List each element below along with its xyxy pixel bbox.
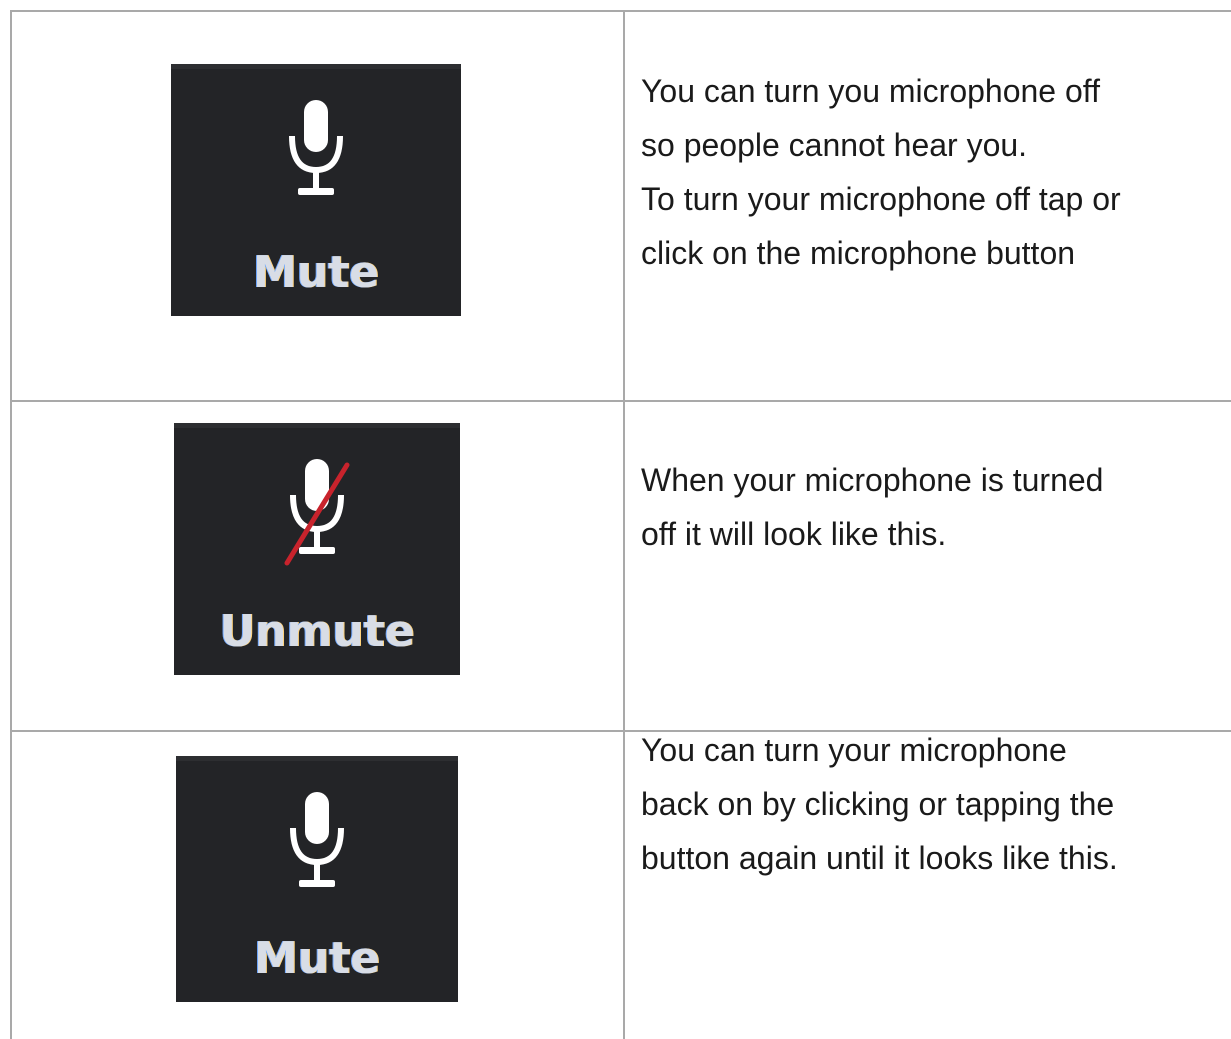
description-line: so people cannot hear you. <box>641 127 1028 163</box>
description-line: off it will look like this. <box>641 516 947 552</box>
table-row: Mute You can turn you microphone off so … <box>12 12 1231 402</box>
button-label: Mute <box>253 247 379 298</box>
description-line: back on by clicking or tapping the <box>641 786 1115 822</box>
mute-button[interactable]: Mute <box>171 64 461 316</box>
text-cell: You can turn your microphone back on by … <box>625 732 1231 1039</box>
unmute-button[interactable]: Unmute <box>174 423 460 675</box>
table-row: Unmute When your microphone is turned of… <box>12 402 1231 732</box>
microphone-icon <box>290 792 344 887</box>
description-line: button again until it looks like this. <box>641 840 1118 876</box>
image-cell: Mute <box>12 732 625 1039</box>
microphone-icon <box>289 100 343 195</box>
description: You can turn your microphone back on by … <box>641 723 1118 885</box>
text-cell: You can turn you microphone off so peopl… <box>625 12 1231 400</box>
description-line: You can turn you microphone off <box>641 73 1100 109</box>
image-cell: Mute <box>12 12 625 400</box>
mute-button[interactable]: Mute <box>176 756 458 1002</box>
microphone-muted-icon <box>284 459 350 566</box>
description-line: You can turn your microphone <box>641 732 1067 768</box>
description-line: click on the microphone button <box>641 235 1076 271</box>
instruction-table: Mute You can turn you microphone off so … <box>10 10 1231 1039</box>
description: When your microphone is turned off it wi… <box>641 453 1103 561</box>
button-label: Mute <box>254 933 380 984</box>
description-line: When your microphone is turned <box>641 462 1104 498</box>
text-cell: When your microphone is turned off it wi… <box>625 402 1231 730</box>
image-cell: Unmute <box>12 402 625 730</box>
description-line: To turn your microphone off tap or <box>641 181 1121 217</box>
description: You can turn you microphone off so peopl… <box>641 64 1121 280</box>
table-row: Mute You can turn your microphone back o… <box>12 732 1231 1039</box>
button-label: Unmute <box>219 606 415 657</box>
